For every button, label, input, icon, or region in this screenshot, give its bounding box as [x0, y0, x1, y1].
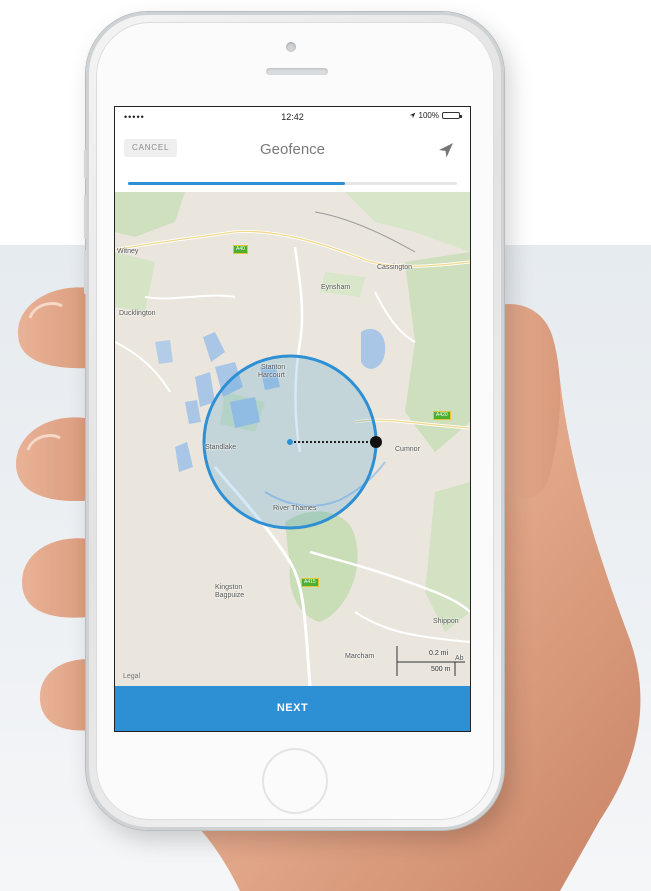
place-label: Kingston — [215, 584, 243, 591]
place-label: Witney — [117, 248, 139, 255]
place-label: River Thames — [273, 505, 317, 512]
next-button[interactable]: NEXT — [115, 686, 470, 731]
map-scale: 0.2 mi 500 m — [377, 642, 465, 678]
location-arrow-icon[interactable] — [436, 140, 456, 160]
place-label: Ducklington — [119, 310, 156, 317]
place-label: Bagpuize — [215, 592, 245, 599]
road-badge: A415 — [301, 578, 319, 587]
battery-icon — [442, 112, 462, 119]
status-right: 100% — [409, 111, 462, 120]
volume-button — [84, 250, 87, 294]
radius-handle[interactable] — [370, 436, 382, 448]
map-view[interactable]: Witney Cassington Eynsham Ducklington St… — [115, 192, 470, 686]
scale-miles: 0.2 mi — [429, 650, 449, 657]
volume-button — [84, 195, 87, 239]
place-label: Eynsham — [321, 284, 351, 291]
map-canvas — [115, 192, 470, 686]
legal-link[interactable]: Legal — [123, 673, 140, 680]
location-services-icon — [409, 112, 415, 119]
nav-bar: CANCEL Geofence — [115, 129, 470, 169]
progress-bar — [128, 182, 457, 185]
app-screen: ••••• 12:42 100% CANCEL Geofence Witney … — [115, 107, 470, 731]
place-label: Standlake — [205, 444, 237, 451]
place-label: Marcham — [345, 653, 375, 660]
volume-button — [84, 150, 87, 178]
place-label: Cumnor — [395, 446, 420, 453]
status-bar: ••••• 12:42 100% — [115, 107, 470, 127]
front-camera — [286, 42, 296, 52]
cancel-button[interactable]: CANCEL — [124, 139, 178, 157]
road-badge: A420 — [433, 411, 451, 420]
place-label: Stanton — [261, 364, 286, 371]
place-label: Cassington — [377, 264, 413, 271]
scale-meters: 500 m — [431, 666, 451, 673]
place-label: Harcourt — [258, 372, 285, 379]
geofence-center[interactable] — [287, 439, 293, 445]
earpiece-speaker — [266, 68, 328, 75]
battery-percent: 100% — [418, 111, 439, 120]
progress-fill — [128, 182, 346, 185]
home-button[interactable] — [262, 748, 328, 814]
place-label: Shippon — [433, 618, 459, 625]
road-badge: A40 — [233, 245, 248, 254]
